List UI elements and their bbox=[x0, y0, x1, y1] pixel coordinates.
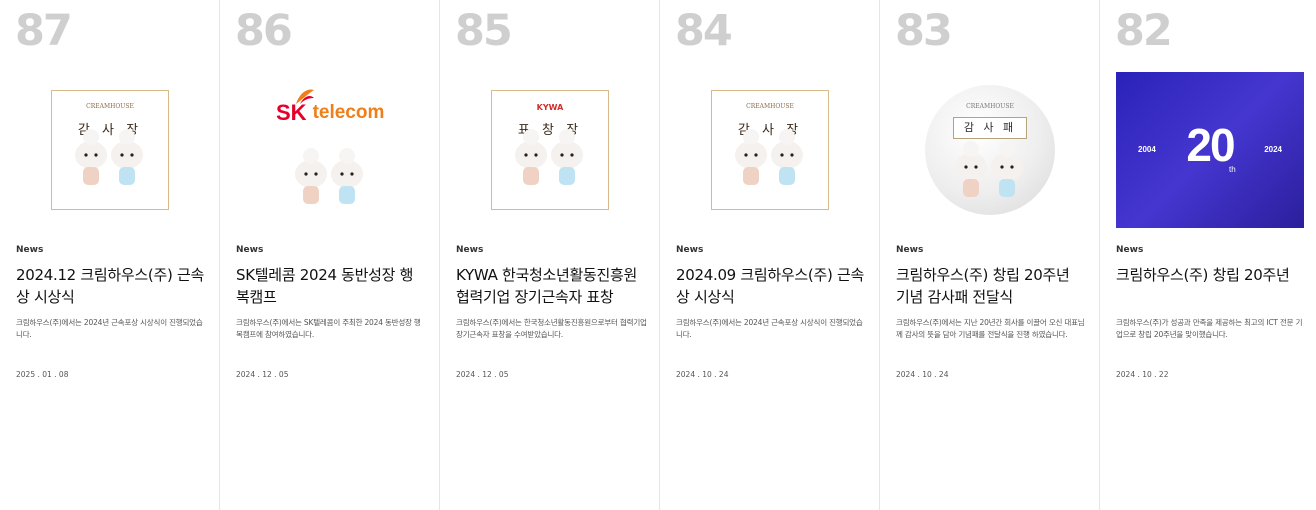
news-grid: 87 CREAMHOUSE 감 사 장 News 2024.12 크림하우스(주… bbox=[0, 0, 1316, 510]
anniversary-banner: 2004 20 th 2024 bbox=[1116, 72, 1304, 228]
news-card[interactable]: 86 SK telecom News SK텔레콤 2024 동반성장 행복캠프 … bbox=[220, 0, 440, 510]
category-label: News bbox=[676, 245, 704, 255]
telecom-logo-text: telecom bbox=[312, 102, 385, 123]
news-card[interactable]: 87 CREAMHOUSE 감 사 장 News 2024.12 크림하우스(주… bbox=[0, 0, 220, 510]
mascot-characters-icon bbox=[295, 148, 363, 204]
news-card[interactable]: 85 KYWA 표 창 장 News KYWA 한국청소년활동진흥원 협력기업 … bbox=[440, 0, 660, 510]
anniversary-suffix: th bbox=[1229, 165, 1236, 174]
card-description: 크림하우스(주)에서는 한국청소년활동진흥원으로부터 협력기업 장기근속자 표창… bbox=[456, 318, 647, 339]
card-title[interactable]: 크림하우스(주) 창립 20주년 기념 감사패 전달식 bbox=[896, 264, 1085, 308]
news-card[interactable]: 84 CREAMHOUSE 감 사 장 News 2024.09 크림하우스(주… bbox=[660, 0, 880, 510]
mascot-characters-icon bbox=[515, 129, 583, 185]
card-thumbnail[interactable]: CREAMHOUSE 감 사 패 bbox=[896, 72, 1084, 228]
card-description: 크림하우스(주)에서는 지난 20년간 회사를 이끌어 오신 대표님께 감사의 … bbox=[896, 318, 1085, 339]
card-thumbnail[interactable]: CREAMHOUSE 감 사 장 bbox=[16, 72, 204, 228]
card-description: 크림하우스(주)에서는 SK텔레콤이 주최한 2024 동반성장 행복캠프에 참… bbox=[236, 318, 421, 339]
post-number: 83 bbox=[895, 6, 953, 56]
post-number: 84 bbox=[675, 6, 733, 56]
kywa-logo: KYWA bbox=[536, 103, 564, 112]
card-title[interactable]: 2024.09 크림하우스(주) 근속상 시상식 bbox=[676, 264, 865, 308]
category-label: News bbox=[16, 245, 44, 255]
plaque-image: CREAMHOUSE 감 사 패 bbox=[925, 85, 1055, 215]
brand-logo: CREAMHOUSE bbox=[86, 103, 134, 110]
card-date: 2025 . 01 . 08 bbox=[16, 370, 69, 379]
card-description: 크림하우스(주)가 성공과 만족을 제공하는 최고의 ICT 전문 기업으로 창… bbox=[1116, 318, 1303, 339]
card-title[interactable]: 크림하우스(주) 창립 20주년 bbox=[1116, 264, 1302, 286]
card-description: 크림하우스(주)에서는 2024년 근속포상 시상식이 진행되었습니다. bbox=[676, 318, 863, 339]
card-thumbnail[interactable]: KYWA 표 창 장 bbox=[456, 72, 644, 228]
card-date: 2024 . 12 . 05 bbox=[456, 370, 509, 379]
card-date: 2024 . 10 . 22 bbox=[1116, 370, 1169, 379]
card-date: 2024 . 12 . 05 bbox=[236, 370, 289, 379]
mascot-characters-icon bbox=[735, 129, 803, 185]
category-label: News bbox=[236, 245, 264, 255]
card-thumbnail[interactable]: 2004 20 th 2024 bbox=[1116, 72, 1304, 228]
brand-logo: CREAMHOUSE bbox=[746, 103, 794, 110]
category-label: News bbox=[1116, 245, 1144, 255]
mascot-characters-icon bbox=[75, 129, 143, 185]
card-description: 크림하우스(주)에서는 2024년 근속포상 시상식이 진행되었습니다. bbox=[16, 318, 203, 339]
sk-telecom-logo: SK telecom bbox=[276, 89, 385, 126]
post-number: 87 bbox=[15, 6, 73, 56]
category-label: News bbox=[456, 245, 484, 255]
sk-telecom-image: SK telecom bbox=[236, 72, 424, 228]
card-thumbnail[interactable]: CREAMHOUSE 감 사 장 bbox=[676, 72, 864, 228]
plaque-title: 감 사 패 bbox=[953, 117, 1027, 139]
year-end: 2024 bbox=[1264, 145, 1282, 154]
post-number: 82 bbox=[1115, 6, 1173, 56]
card-date: 2024 . 10 . 24 bbox=[896, 370, 949, 379]
category-label: News bbox=[896, 245, 924, 255]
news-card[interactable]: 82 2004 20 th 2024 News 크림하우스(주) 창립 20주년… bbox=[1100, 0, 1316, 510]
card-thumbnail[interactable]: SK telecom bbox=[236, 72, 424, 228]
mascot-characters-icon bbox=[955, 141, 1023, 197]
certificate-image: CREAMHOUSE 감 사 장 bbox=[711, 90, 829, 210]
card-date: 2024 . 10 . 24 bbox=[676, 370, 729, 379]
brand-logo: CREAMHOUSE bbox=[966, 103, 1014, 110]
post-number: 86 bbox=[235, 6, 293, 56]
card-title[interactable]: KYWA 한국청소년활동진흥원 협력기업 장기근속자 표창 bbox=[456, 264, 645, 308]
news-card[interactable]: 83 CREAMHOUSE 감 사 패 News 크림하우스(주) 창립 20주… bbox=[880, 0, 1100, 510]
certificate-image: CREAMHOUSE 감 사 장 bbox=[51, 90, 169, 210]
sk-butterfly-icon bbox=[296, 89, 314, 104]
certificate-image: KYWA 표 창 장 bbox=[491, 90, 609, 210]
post-number: 85 bbox=[455, 6, 513, 56]
card-title[interactable]: 2024.12 크림하우스(주) 근속상 시상식 bbox=[16, 264, 205, 308]
card-title[interactable]: SK텔레콤 2024 동반성장 행복캠프 bbox=[236, 264, 425, 308]
